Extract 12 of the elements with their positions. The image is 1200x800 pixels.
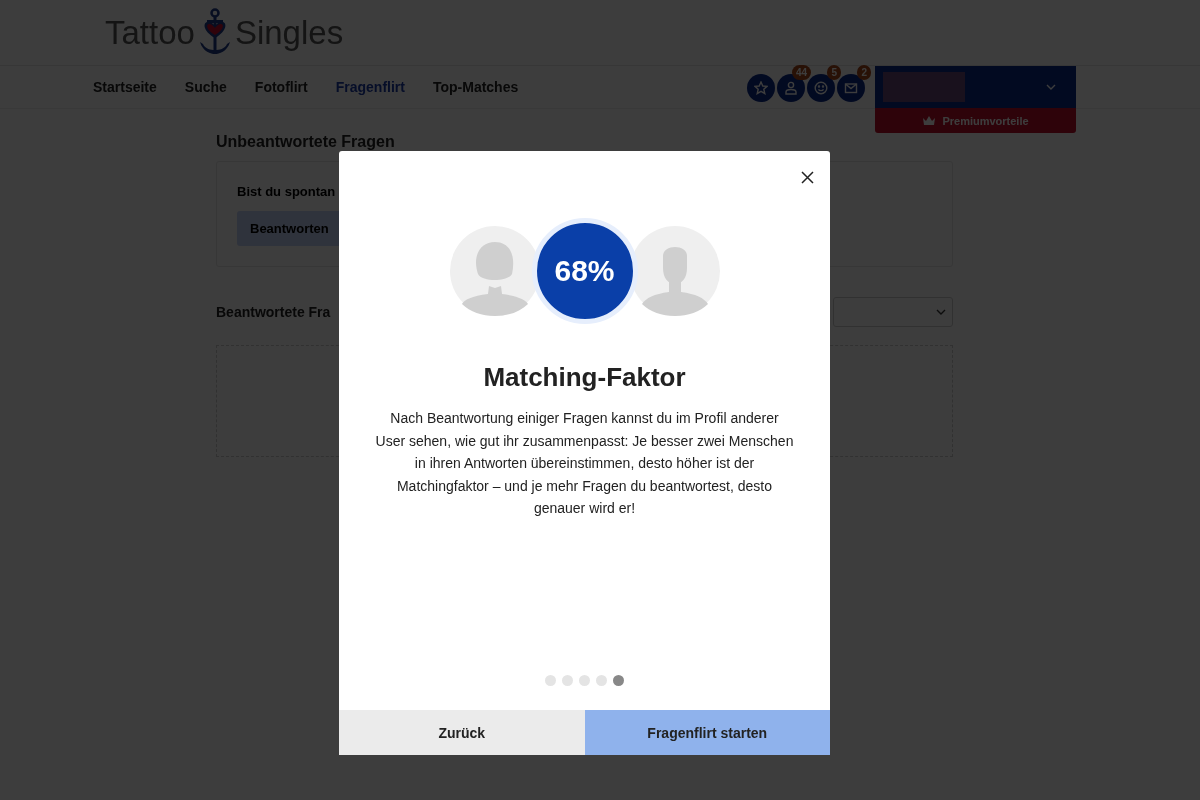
question-text: Bist du spontan	[237, 184, 337, 199]
pager-dot[interactable]	[545, 675, 556, 686]
modal-text: Nach Beantwortung einiger Fragen kannst du im Profil anderer User sehen, wie gut ihr zusammenpasst: Je besser zwei Menschen in ihren Antworten übereinstimmen, desto höher ist der Matchingfaktor – und je mehr Fragen du beantwortest, desto genauer wird er!	[374, 409, 795, 518]
match-percentage: 68%	[531, 218, 638, 324]
start-button[interactable]: Fragenflirt starten	[584, 710, 830, 755]
pager-dot[interactable]	[579, 675, 590, 686]
close-icon[interactable]	[801, 171, 814, 184]
pager-dot[interactable]	[613, 675, 624, 686]
pager-dot[interactable]	[596, 675, 607, 686]
pager-dot[interactable]	[562, 675, 573, 686]
modal-title: Matching-Faktor	[483, 362, 686, 393]
back-button[interactable]: Zurück	[339, 710, 585, 755]
